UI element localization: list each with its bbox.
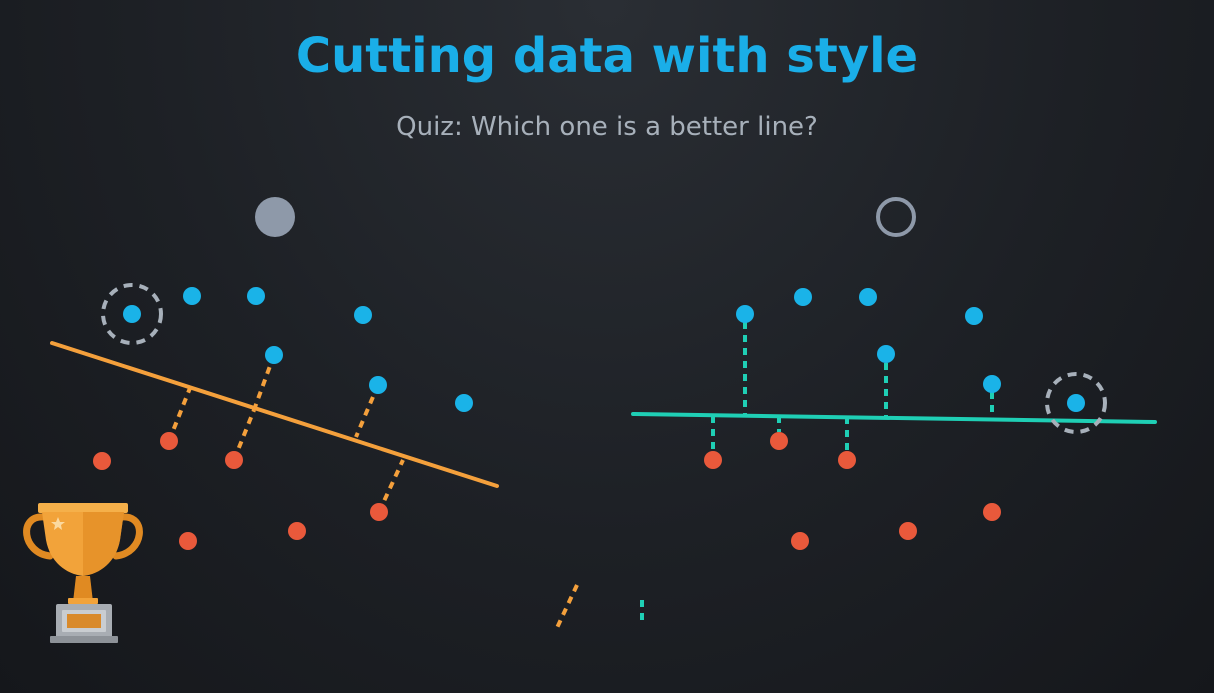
red-point — [160, 432, 178, 450]
right-red-points — [704, 432, 1001, 550]
blue-point — [455, 394, 473, 412]
blue-point — [965, 307, 983, 325]
red-point — [288, 522, 306, 540]
blue-point — [736, 305, 754, 323]
slide: Cutting data with style Quiz: Which one … — [0, 0, 1214, 693]
red-point — [704, 451, 722, 469]
right-distance-segments — [711, 322, 994, 452]
blue-point — [123, 305, 141, 323]
left-blue-points — [123, 287, 473, 412]
orange-distance-sample — [554, 584, 579, 631]
blue-point — [794, 288, 812, 306]
blue-point — [1067, 394, 1085, 412]
red-point — [770, 432, 788, 450]
radio-unselected-icon[interactable] — [876, 197, 916, 237]
red-point — [983, 503, 1001, 521]
red-point — [370, 503, 388, 521]
red-point — [791, 532, 809, 550]
radio-selected-icon[interactable] — [255, 197, 295, 237]
blue-point — [265, 346, 283, 364]
red-point — [179, 532, 197, 550]
right-blue-points — [736, 288, 1085, 412]
blue-point — [183, 287, 201, 305]
blue-point — [247, 287, 265, 305]
red-point — [838, 451, 856, 469]
left-separator-line — [50, 341, 499, 488]
blue-point — [983, 375, 1001, 393]
red-point — [93, 452, 111, 470]
blue-point — [877, 345, 895, 363]
trophy-icon — [23, 503, 143, 643]
blue-point — [859, 288, 877, 306]
blue-point — [369, 376, 387, 394]
bottom-marks — [554, 584, 644, 631]
right-diagram — [631, 197, 1157, 550]
left-diagram — [50, 197, 499, 550]
diagram — [23, 197, 1157, 643]
left-distance-segments — [167, 354, 405, 513]
red-point — [899, 522, 917, 540]
red-point — [225, 451, 243, 469]
blue-point — [354, 306, 372, 324]
